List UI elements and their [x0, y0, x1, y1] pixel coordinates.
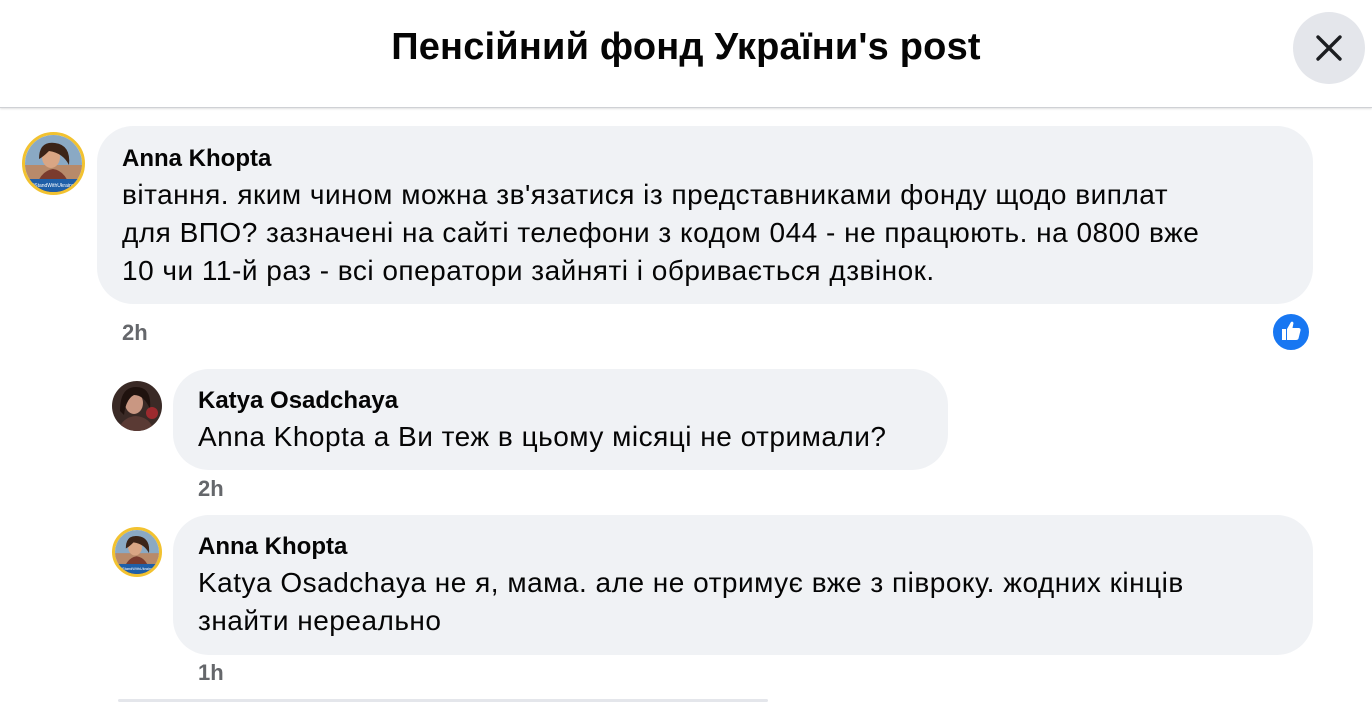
comment-text: вітання. яким чином можна зв'язатися із …	[122, 176, 1199, 290]
comment-text-line: Katya Osadchaya не я, мама. але не отрим…	[198, 567, 1184, 598]
avatar-caption: #StandWithUkraine	[120, 567, 153, 571]
comment-text-line: 10 чи 11-й раз - всі оператори зайняті і…	[122, 255, 935, 286]
close-icon	[1316, 35, 1342, 61]
post-header: Пенсійний фонд України's post	[0, 0, 1372, 108]
like-reaction-badge[interactable]	[1271, 312, 1311, 352]
reply-bubble: Anna Khopta Katya Osadchaya не я, мама. …	[173, 515, 1313, 655]
avatar[interactable]: #StandWithUkraine	[112, 527, 162, 577]
close-button[interactable]	[1293, 12, 1365, 84]
comment-text-line: знайти нереально	[198, 605, 442, 636]
comment-text-line: Anna Khopta а Ви теж в цьому місяці не о…	[198, 421, 887, 452]
comment-timestamp[interactable]: 2h	[198, 476, 224, 502]
thumbs-up-icon	[1282, 321, 1301, 340]
comment-author[interactable]: Katya Osadchaya	[198, 387, 398, 415]
reply-bubble: Katya Osadchaya Anna Khopta а Ви теж в ц…	[173, 369, 948, 470]
comment-text-line: вітання. яким чином можна зв'язатися із …	[122, 179, 1169, 210]
avatar[interactable]: #StandWithUkraine	[22, 132, 85, 195]
avatar[interactable]	[112, 381, 162, 431]
comment-text: Anna Khopta а Ви теж в цьому місяці не о…	[198, 418, 886, 456]
post-title: Пенсійний фонд України's post	[391, 26, 981, 68]
comment-text: Katya Osadchaya не я, мама. але не отрим…	[198, 564, 1184, 640]
comment-author[interactable]: Anna Khopta	[198, 533, 347, 561]
comment-author[interactable]: Anna Khopta	[122, 145, 271, 173]
comment-bubble: Anna Khopta вітання. яким чином можна зв…	[97, 126, 1313, 304]
comment-timestamp[interactable]: 2h	[122, 320, 148, 346]
avatar-caption: #StandWithUkraine	[31, 183, 74, 189]
comment-text-line: для ВПО? зазначені на сайті телефони з к…	[122, 217, 1200, 248]
comment-timestamp[interactable]: 1h	[198, 660, 224, 686]
